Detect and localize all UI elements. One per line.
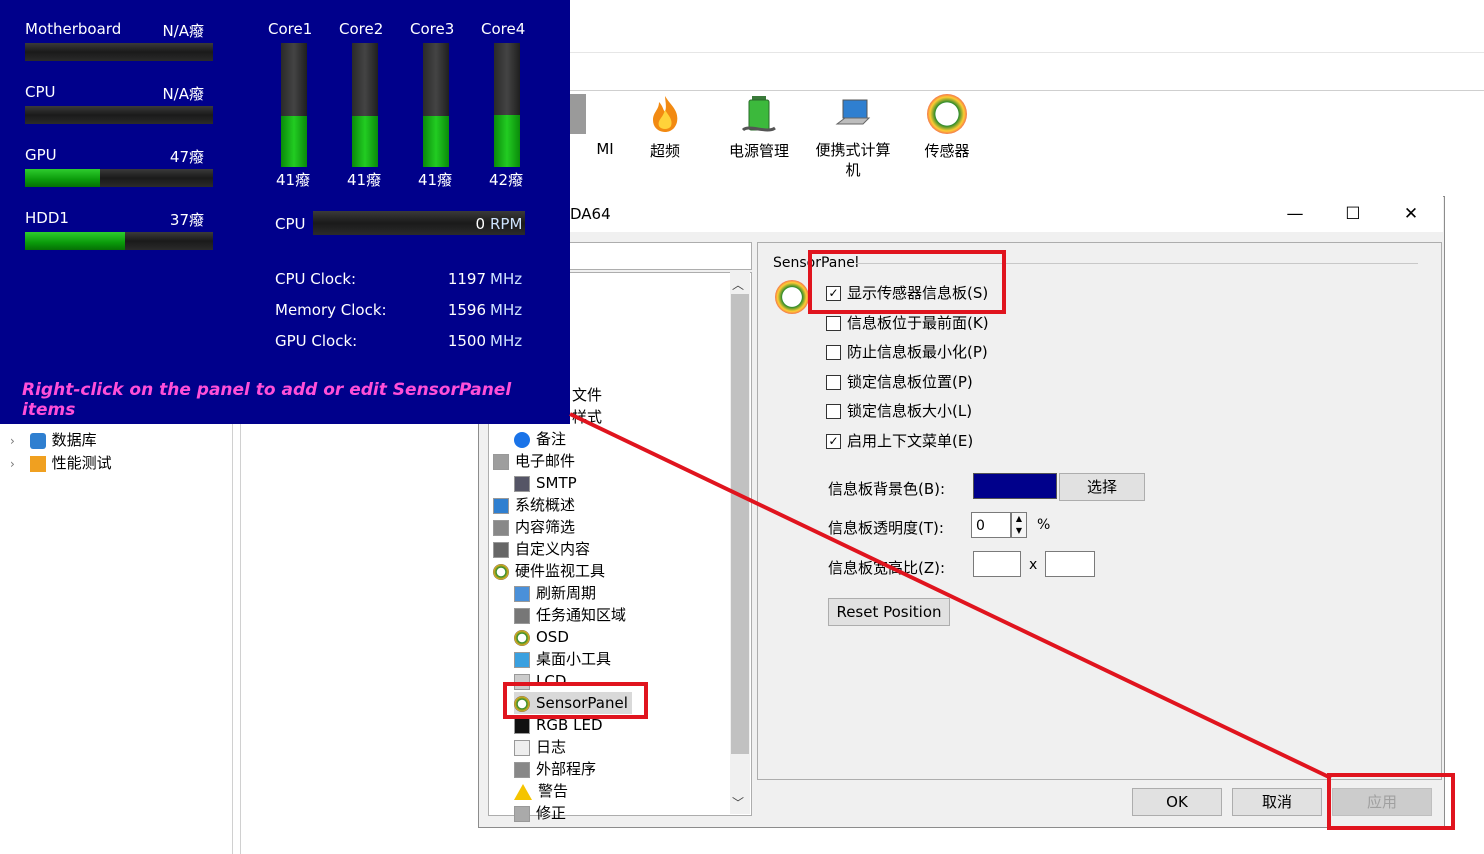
annotation-line (569, 412, 1332, 780)
annotation-arrow (569, 412, 1332, 780)
